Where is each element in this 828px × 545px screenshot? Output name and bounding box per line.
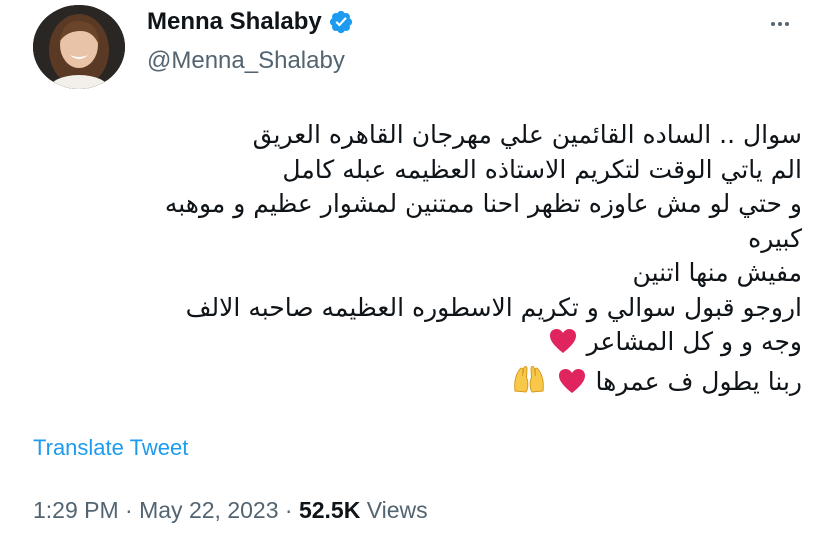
tweet-line: مفيش منها اتنين <box>632 258 802 287</box>
tweet-line-text: وجه و و كل المشاعر <box>586 327 802 356</box>
views-label: Views <box>360 497 428 523</box>
red-heart-icon <box>549 328 577 364</box>
tweet-line: و حتي لو مش عاوزه تظهر احنا ممتنين لمشوا… <box>164 189 802 218</box>
tweet-body: سوال .. الساده القائمين علي مهرجان القاه… <box>42 118 802 403</box>
tweet-meta: 1:29 PM · May 22, 2023 · 52.5K Views <box>33 497 428 524</box>
tweet-line-text: ربنا يطول ف عمرها <box>595 366 802 396</box>
tweet-date[interactable]: May 22, 2023 <box>139 497 278 523</box>
author-handle[interactable]: @Menna_Shalaby <box>147 47 345 75</box>
tweet-time[interactable]: 1:29 PM <box>33 497 119 523</box>
tweet-line: سوال .. الساده القائمين علي مهرجان القاه… <box>252 120 802 149</box>
translate-tweet-link[interactable]: Translate Tweet <box>33 435 188 461</box>
tweet-card: Menna Shalaby @Menna_Shalaby سوال .. الس… <box>0 0 828 545</box>
more-dots-icon <box>768 12 792 41</box>
views-count[interactable]: 52.5K <box>299 497 360 523</box>
meta-separator: · <box>118 497 140 523</box>
author-display-name[interactable]: Menna Shalaby <box>147 8 322 36</box>
tweet-line: الم ياتي الوقت لتكريم الاستاذه العظيمه ع… <box>282 154 802 184</box>
author-name-row: Menna Shalaby <box>147 8 354 36</box>
raising-hands-icon <box>512 364 546 404</box>
verified-badge-icon <box>328 9 354 35</box>
tweet-line: ربنا يطول ف عمرها <box>42 364 802 404</box>
red-heart-icon <box>558 368 586 404</box>
meta-separator: · <box>278 497 299 523</box>
avatar[interactable] <box>33 5 125 89</box>
tweet-line: اروجو قبول سوالي و تكريم الاسطوره العظيم… <box>185 292 802 322</box>
more-options-button[interactable] <box>762 8 798 44</box>
tweet-line: وجه و و كل المشاعر <box>42 325 802 364</box>
tweet-line: كبيره <box>748 223 802 253</box>
